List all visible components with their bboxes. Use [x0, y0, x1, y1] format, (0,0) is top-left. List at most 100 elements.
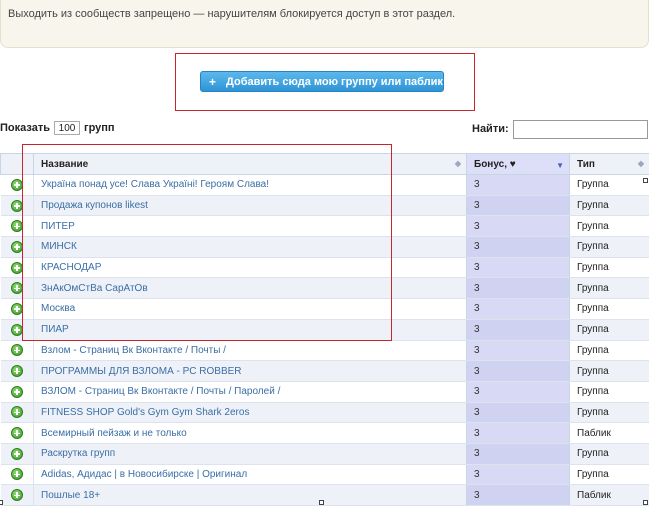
add-circle-icon[interactable] [10, 447, 23, 460]
show-prefix: Показать [0, 122, 50, 134]
group-link[interactable]: Пошлые 18+ [41, 490, 100, 501]
type-cell: Группа [569, 236, 649, 258]
bonus-cell: 3 [466, 298, 570, 320]
bonus-cell: 3 [466, 195, 570, 217]
selection-handle[interactable] [0, 500, 3, 505]
bonus-cell: 3 [466, 257, 570, 279]
table-row: ПИТЕР 3 Группа [0, 215, 649, 238]
add-circle-icon[interactable] [10, 385, 23, 398]
group-link[interactable]: ПИАР [41, 324, 69, 335]
header-bonus-label: Бонус, ♥ [474, 158, 516, 170]
table-row: Продажа купонов likest 3 Группа [0, 195, 649, 217]
group-link[interactable]: Взлом - Страниц Вк Вконтакте / Почты / [41, 345, 226, 356]
row-add-cell [0, 381, 34, 403]
selection-handle[interactable] [319, 500, 324, 505]
group-name-cell: ПРОГРАММЫ ДЛЯ ВЗЛОМА - PC ROBBER [33, 360, 467, 382]
add-circle-icon[interactable] [10, 220, 23, 233]
group-link[interactable]: Adidas, Адидас | в Новосибирске | Оригин… [41, 469, 247, 480]
table-row: Москва 3 Группа [0, 298, 649, 320]
group-name-cell: Раскрутка групп [33, 443, 467, 465]
table-row: ПРОГРАММЫ ДЛЯ ВЗЛОМА - PC ROBBER 3 Группа [0, 360, 649, 382]
type-cell: Группа [569, 443, 649, 465]
show-suffix: групп [83, 122, 115, 134]
add-circle-icon[interactable] [10, 468, 23, 481]
row-add-cell [0, 360, 34, 382]
bonus-cell: 3 [466, 464, 570, 486]
table-row: ПИАР 3 Группа [0, 319, 649, 341]
selection-handle[interactable] [643, 178, 648, 183]
group-link[interactable]: Україна понад усе! Слава Україні! Героям… [41, 179, 269, 190]
page-size-input[interactable]: 100 [53, 121, 80, 135]
add-circle-icon[interactable] [10, 178, 23, 191]
group-link[interactable]: FITNESS SHOP Gold's Gym Gym Shark 2eros [41, 407, 249, 418]
page-size-control: Показать 100 групп [0, 121, 115, 135]
add-circle-icon[interactable] [10, 323, 23, 336]
bonus-cell: 3 [466, 484, 570, 506]
search-input[interactable] [513, 120, 648, 139]
type-cell: Группа [569, 195, 649, 217]
group-link[interactable]: Продажа купонов likest [41, 200, 148, 211]
add-circle-icon[interactable] [10, 406, 23, 419]
find-label: Найти: [472, 123, 509, 135]
row-add-cell [0, 319, 34, 341]
type-cell: Группа [569, 215, 649, 238]
plus-icon: + [209, 74, 217, 89]
header-type[interactable]: Тип ◆ [569, 153, 649, 175]
group-link[interactable]: МИНСК [41, 241, 77, 252]
group-link[interactable]: ПИТЕР [41, 221, 75, 232]
add-circle-icon[interactable] [10, 199, 23, 212]
table-row: Пошлые 18+ 3 Паблик [0, 484, 649, 506]
add-circle-icon[interactable] [10, 344, 23, 357]
group-link[interactable]: Раскрутка групп [41, 448, 115, 459]
header-name[interactable]: Название ◆ [33, 153, 467, 175]
row-add-cell [0, 215, 34, 238]
header-icon-col [0, 153, 34, 175]
group-link[interactable]: Москва [41, 303, 75, 314]
table-row: ВЗЛОМ - Страниц Вк Вконтакте / Почты / П… [0, 381, 649, 403]
group-link[interactable]: КРАСНОДАР [41, 262, 101, 273]
table-header-row: Название ◆ Бонус, ♥ ▼ Тип ◆ [0, 153, 649, 175]
selection-handle[interactable] [643, 500, 648, 505]
type-cell: Группа [569, 319, 649, 341]
type-cell: Паблик [569, 422, 649, 444]
row-add-cell [0, 298, 34, 320]
table-row: Adidas, Адидас | в Новосибирске | Оригин… [0, 464, 649, 486]
group-link[interactable]: ЗнАкОмСтВа СарАтОв [41, 283, 148, 294]
add-circle-icon[interactable] [10, 240, 23, 253]
notice-text: Выходить из сообществ запрещено — наруши… [8, 8, 456, 20]
table-row: МИНСК 3 Группа [0, 236, 649, 258]
add-circle-icon[interactable] [10, 365, 23, 378]
header-type-label: Тип [577, 158, 595, 170]
add-circle-icon[interactable] [10, 489, 23, 502]
add-circle-icon[interactable] [10, 427, 23, 440]
row-add-cell [0, 484, 34, 506]
bonus-cell: 3 [466, 360, 570, 382]
sort-both-icon: ◆ [454, 159, 461, 168]
row-add-cell [0, 464, 34, 486]
bonus-cell: 3 [466, 236, 570, 258]
row-add-cell [0, 195, 34, 217]
add-circle-icon[interactable] [10, 282, 23, 295]
row-add-cell [0, 422, 34, 444]
group-name-cell: Всемирный пейзаж и не только [33, 422, 467, 444]
group-link[interactable]: ВЗЛОМ - Страниц Вк Вконтакте / Почты / П… [41, 386, 280, 397]
group-name-cell: МИНСК [33, 236, 467, 258]
table-row: Всемирный пейзаж и не только 3 Паблик [0, 422, 649, 444]
sort-desc-icon: ▼ [556, 161, 564, 170]
add-circle-icon[interactable] [10, 261, 23, 274]
type-cell: Группа [569, 402, 649, 424]
add-group-button-label: Добавить сюда мою группу или паблик [226, 75, 443, 88]
group-link[interactable]: ПРОГРАММЫ ДЛЯ ВЗЛОМА - PC ROBBER [41, 366, 242, 377]
header-bonus[interactable]: Бонус, ♥ ▼ [466, 153, 570, 175]
row-add-cell [0, 340, 34, 362]
add-group-button[interactable]: + Добавить сюда мою группу или паблик [200, 71, 444, 92]
type-cell: Группа [569, 340, 649, 362]
group-link[interactable]: Всемирный пейзаж и не только [41, 428, 187, 439]
add-circle-icon[interactable] [10, 302, 23, 315]
type-cell: Группа [569, 277, 649, 300]
table-row: Україна понад усе! Слава Україні! Героям… [0, 174, 649, 196]
group-name-cell: ПИАР [33, 319, 467, 341]
type-cell: Группа [569, 464, 649, 486]
group-name-cell: Adidas, Адидас | в Новосибирске | Оригин… [33, 464, 467, 486]
group-name-cell: Взлом - Страниц Вк Вконтакте / Почты / [33, 340, 467, 362]
